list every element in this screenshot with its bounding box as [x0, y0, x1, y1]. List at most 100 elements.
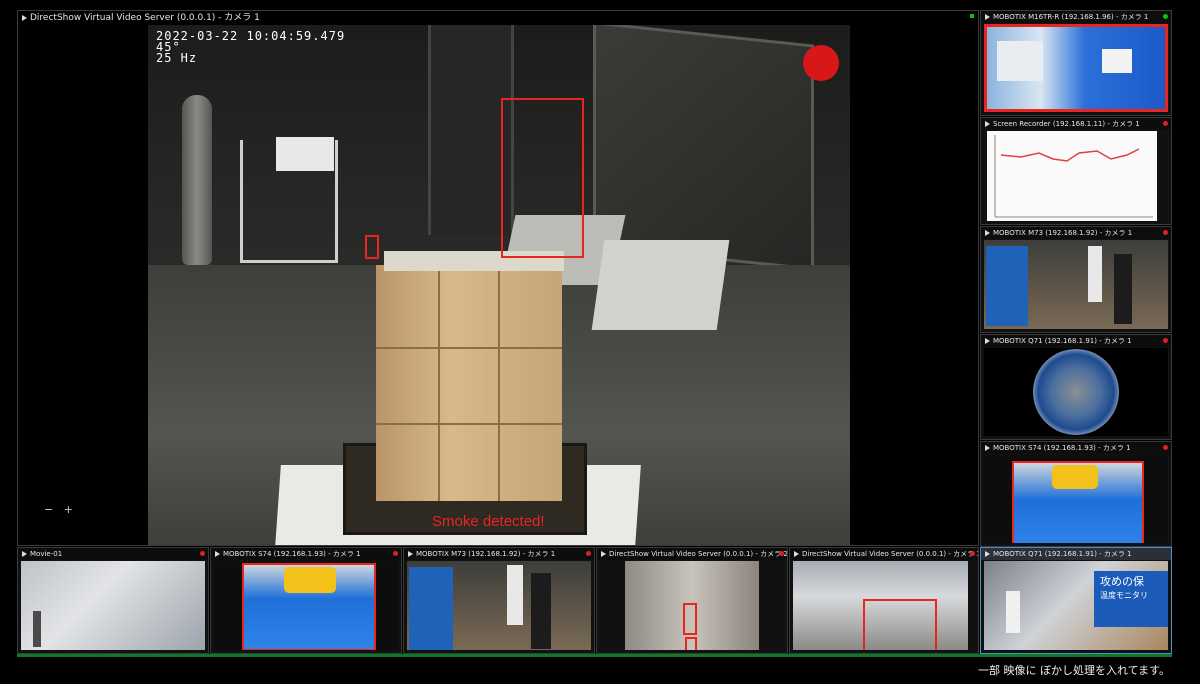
- recording-indicator-icon: [1163, 445, 1168, 450]
- zoom-controls: − +: [44, 503, 73, 516]
- sign-board: [276, 137, 334, 171]
- detection-box-small[interactable]: [365, 235, 379, 259]
- panel-title: Screen Recorder (192.168.1.11) - カメラ 1: [981, 118, 1171, 130]
- side-camera-panel[interactable]: MOBOTIX S74 (192.168.1.93) - カメラ 1: [980, 441, 1172, 547]
- window: [593, 25, 814, 271]
- panel-title: MOBOTIX M73 (192.168.1.92) - カメラ 1: [981, 227, 1171, 239]
- panel-title-text: MOBOTIX Q71 (192.168.1.91) - カメラ 1: [993, 337, 1132, 345]
- panel-title-text: MOBOTIX M73 (192.168.1.92) - カメラ 1: [993, 229, 1133, 237]
- camera-thumbnail[interactable]: [793, 561, 968, 650]
- graph-screen: [994, 135, 1153, 218]
- zoom-in-button[interactable]: +: [64, 503, 73, 516]
- panel-title: MOBOTIX S74 (192.168.1.93) - カメラ 1: [981, 442, 1171, 454]
- main-camera-title: DirectShow Virtual Video Server (0.0.0.1…: [18, 11, 978, 25]
- box-seam: [438, 265, 440, 501]
- detection-box[interactable]: [685, 637, 697, 650]
- camera-thumbnail[interactable]: 攻めの保 温度モニタリ: [984, 561, 1168, 650]
- panel-title: MOBOTIX S74 (192.168.1.93) - カメラ 1: [211, 548, 401, 560]
- mannequin: [182, 95, 212, 265]
- osd-overlay: 2022-03-22 10:04:59.479 45° 25 Hz: [156, 29, 346, 65]
- recording-indicator-icon: [586, 551, 591, 556]
- camera-video-frame[interactable]: 2022-03-22 10:04:59.479 45° 25 Hz Smoke …: [148, 25, 850, 545]
- box-seam: [376, 423, 562, 425]
- exhibit-sign-subtext: 温度モニタリ: [1100, 591, 1148, 600]
- recording-indicator-icon: [779, 551, 784, 556]
- panel-title-text: Screen Recorder (192.168.1.11) - カメラ 1: [993, 120, 1140, 128]
- footer-caption: 一部 映像に ぼかし処理を入れてます。: [977, 664, 1170, 677]
- flag-icon: [22, 551, 27, 557]
- status-indicator-icon: [970, 14, 974, 18]
- camera-thumbnail[interactable]: [987, 131, 1157, 221]
- person: [1088, 246, 1102, 302]
- smoke-alert-text: Smoke detected!: [432, 513, 545, 530]
- flag-icon: [215, 551, 220, 557]
- booth: [997, 41, 1043, 81]
- side-camera-panel[interactable]: MOBOTIX M73 (192.168.1.92) - カメラ 1: [980, 226, 1172, 333]
- detection-box[interactable]: [863, 599, 937, 650]
- detection-box[interactable]: [683, 603, 697, 635]
- camera-thumbnail[interactable]: [984, 240, 1168, 329]
- panel-title-text: DirectShow Virtual Video Server (0.0.0.1…: [609, 550, 787, 558]
- cardboard-boxes: [376, 265, 562, 501]
- flag-icon: [985, 230, 990, 236]
- smoke-detection-box[interactable]: [501, 98, 584, 258]
- camera-thumbnail[interactable]: [407, 561, 591, 650]
- exhibit-sign-text: 攻めの保: [1100, 575, 1144, 588]
- panel-title-text: MOBOTIX M73 (192.168.1.92) - カメラ 1: [416, 550, 556, 558]
- side-camera-panel[interactable]: Screen Recorder (192.168.1.11) - カメラ 1: [980, 117, 1172, 225]
- recording-indicator-icon: [1163, 121, 1168, 126]
- flag-icon: [601, 551, 606, 557]
- panel-title-text: MOBOTIX S74 (192.168.1.93) - カメラ 1: [993, 444, 1131, 452]
- person: [1006, 591, 1020, 633]
- panel-title: MOBOTIX Q71 (192.168.1.91) - カメラ 1: [981, 335, 1171, 347]
- panel-title-text: DirectShow Virtual Video Server (0.0.0.1…: [802, 550, 978, 558]
- panel-title: DirectShow Virtual Video Server (0.0.0.1…: [790, 548, 978, 560]
- bottom-camera-panel[interactable]: MOBOTIX Q71 (192.168.1.91) - カメラ 1 攻めの保 …: [980, 547, 1172, 654]
- person: [33, 611, 41, 647]
- exhibit-sign: 攻めの保 温度モニタリ: [1094, 571, 1168, 627]
- side-camera-panel[interactable]: MOBOTIX M16TR-R (192.168.1.96) - カメラ 1: [980, 10, 1172, 116]
- osd-rate: 25 Hz: [156, 51, 198, 65]
- camera-thumbnail[interactable]: [214, 561, 398, 650]
- flag-icon: [408, 551, 413, 557]
- fisheye-view: [1033, 349, 1119, 435]
- panel-title: MOBOTIX M73 (192.168.1.92) - カメラ 1: [404, 548, 594, 560]
- camera-thumbnail[interactable]: [984, 24, 1168, 112]
- monitor-screen: [1102, 49, 1132, 73]
- zoom-out-button[interactable]: −: [44, 503, 53, 516]
- flag-icon: [794, 551, 799, 557]
- side-camera-panel[interactable]: MOBOTIX Q71 (192.168.1.91) - カメラ 1: [980, 334, 1172, 440]
- flag-icon: [985, 121, 990, 127]
- recording-indicator-icon: [1163, 230, 1168, 235]
- person: [531, 573, 551, 649]
- flag-icon: [985, 338, 990, 344]
- bottom-camera-panel[interactable]: Movie-01: [17, 547, 209, 654]
- osd-datetime: 2022-03-22 10:04:59.479: [156, 29, 346, 43]
- toy-bus: [1052, 465, 1098, 489]
- kiosk: [409, 567, 453, 650]
- camera-thumbnail[interactable]: [625, 561, 759, 650]
- leaning-panels-2: [591, 240, 730, 330]
- recording-indicator-icon: [200, 551, 205, 556]
- camera-thumbnail[interactable]: [21, 561, 205, 650]
- camera-thumbnail[interactable]: [984, 455, 1168, 543]
- person: [507, 565, 523, 625]
- flag-icon: [985, 14, 990, 20]
- flag-icon: [985, 551, 990, 557]
- main-camera-view[interactable]: DirectShow Virtual Video Server (0.0.0.1…: [17, 10, 979, 546]
- panel-title-text: Movie-01: [30, 550, 63, 558]
- main-camera-title-text: DirectShow Virtual Video Server (0.0.0.1…: [30, 13, 260, 23]
- box-seam: [498, 265, 500, 501]
- status-bar: [17, 654, 1172, 657]
- bottom-camera-panel[interactable]: MOBOTIX M73 (192.168.1.92) - カメラ 1: [403, 547, 595, 654]
- recording-indicator-icon: [1163, 338, 1168, 343]
- recording-indicator-icon: [803, 45, 839, 81]
- panel-title-text: MOBOTIX S74 (192.168.1.93) - カメラ 1: [223, 550, 361, 558]
- camera-thumbnail[interactable]: [984, 348, 1168, 436]
- flag-icon: [22, 14, 27, 21]
- bottom-camera-panel[interactable]: MOBOTIX S74 (192.168.1.93) - カメラ 1: [210, 547, 402, 654]
- bottom-camera-panel[interactable]: DirectShow Virtual Video Server (0.0.0.1…: [789, 547, 979, 654]
- toy-bus: [284, 567, 336, 593]
- bottom-camera-panel[interactable]: DirectShow Virtual Video Server (0.0.0.1…: [596, 547, 788, 654]
- kiosk: [986, 246, 1028, 326]
